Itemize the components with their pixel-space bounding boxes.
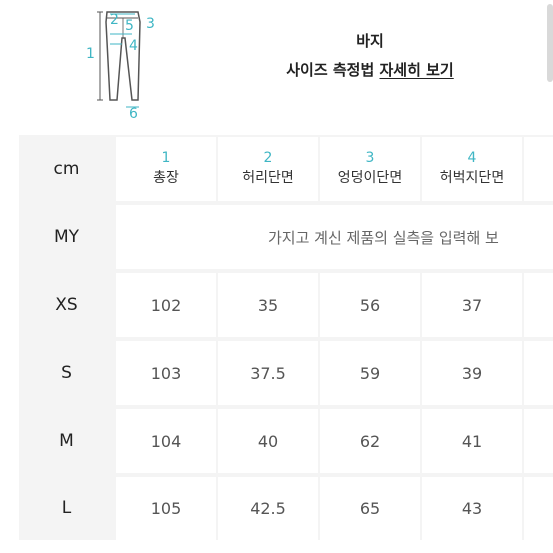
table-cell: 40 — [218, 409, 318, 473]
measure-guide-detail-link[interactable]: 자세히 보기 — [380, 61, 454, 79]
table-cell: 65 — [320, 477, 420, 540]
table-cell — [524, 341, 553, 405]
table-cell: 56 — [320, 273, 420, 337]
my-size-input[interactable]: 가지고 계신 제품의 실측을 입력해 보 — [116, 205, 553, 269]
figure-label-thigh: 4 — [129, 38, 138, 54]
column-number: 3 — [365, 150, 375, 166]
column-name: 엉덩이단면 — [337, 170, 403, 186]
table-cell: 39 — [422, 341, 522, 405]
figure-label-rise: 5 — [125, 18, 134, 34]
table-row: XS 102 35 56 37 — [19, 271, 553, 339]
scrollbar[interactable] — [547, 4, 553, 82]
table-cell: 105 — [116, 477, 216, 540]
category-title: 바지 — [356, 32, 384, 50]
row-label: XS — [55, 295, 78, 315]
column-name: 총장 — [153, 170, 179, 186]
my-size-row: MY 가지고 계신 제품의 실측을 입력해 보 — [19, 203, 553, 271]
table-row: M 104 40 62 41 — [19, 407, 553, 475]
table-cell: 42.5 — [218, 477, 318, 540]
table-cell: 62 — [320, 409, 420, 473]
column-number: 2 — [263, 150, 273, 166]
table-cell: 35 — [218, 273, 318, 337]
figure-label-waist: 2 — [110, 12, 119, 28]
measure-guide-line: 사이즈 측정법 자세히 보기 — [240, 59, 500, 80]
column-header-length: 1 총장 — [116, 137, 216, 201]
table-cell: 37 — [422, 273, 522, 337]
row-label: M — [59, 431, 74, 451]
column-header-hip: 3 엉덩이단면 — [320, 137, 420, 201]
column-name: 허리단면 — [242, 170, 294, 186]
column-number: 4 — [467, 150, 477, 166]
size-guide-header: 바지 사이즈 측정법 자세히 보기 — [240, 30, 500, 80]
column-header-overflow — [524, 137, 553, 201]
row-label: L — [61, 497, 72, 518]
table-cell — [524, 477, 553, 540]
table-cell: 103 — [116, 341, 216, 405]
table-cell — [524, 409, 553, 473]
table-row: S 103 37.5 59 39 — [19, 339, 553, 407]
table-cell: 102 — [116, 273, 216, 337]
table-row: L 105 42.5 65 43 — [19, 475, 553, 540]
table-cell: 41 — [422, 409, 522, 473]
figure-label-hem: 6 — [129, 106, 138, 122]
row-label: S — [61, 363, 72, 383]
column-number: 1 — [161, 150, 171, 166]
measure-guide-text: 사이즈 측정법 — [286, 61, 380, 79]
table-cell — [524, 273, 553, 337]
table-cell: 104 — [116, 409, 216, 473]
column-name: 허벅지단면 — [439, 170, 505, 186]
figure-label-hip: 3 — [146, 16, 155, 32]
table-header-row: cm 1 총장 2 허리단면 3 엉덩이단면 4 허벅지단면 — [19, 135, 553, 203]
table-cell: 59 — [320, 341, 420, 405]
column-header-thigh: 4 허벅지단면 — [422, 137, 522, 201]
table-cell: 43 — [422, 477, 522, 540]
size-table: cm 1 총장 2 허리단면 3 엉덩이단면 4 허벅지단면 MY 가지고 계신… — [19, 135, 553, 540]
unit-label: cm — [53, 159, 80, 179]
column-header-waist: 2 허리단면 — [218, 137, 318, 201]
row-label: MY — [53, 227, 80, 247]
figure-label-length: 1 — [86, 46, 95, 62]
pants-measurement-figure: 1 2 3 4 5 6 — [80, 4, 160, 122]
table-cell: 37.5 — [218, 341, 318, 405]
